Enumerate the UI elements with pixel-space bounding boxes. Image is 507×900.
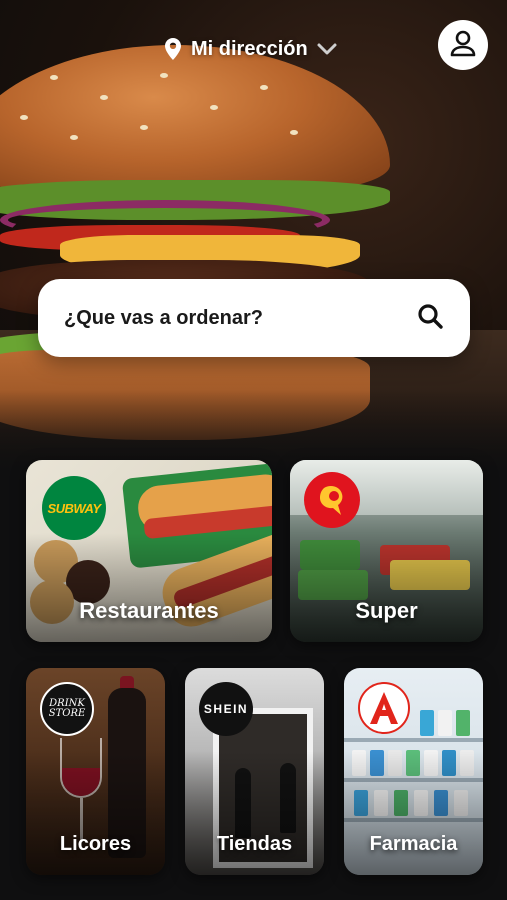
super-logo-icon [304, 472, 360, 528]
category-card-licores[interactable]: DRINK STORE Licores [26, 668, 165, 875]
category-label: Farmacia [369, 833, 458, 855]
category-card-tiendas[interactable]: SHEIN Tiendas [185, 668, 324, 875]
shein-logo: SHEIN [199, 682, 253, 736]
address-label: Mi dirección [191, 37, 308, 60]
hero-bun-bottom [0, 350, 370, 440]
location-pin-icon [163, 37, 183, 61]
category-label: Restaurantes [79, 598, 219, 623]
search-input[interactable]: ¿Que vas a ordenar? [64, 307, 416, 330]
subway-logo: SUBWAY [42, 476, 106, 540]
address-selector[interactable]: Mi dirección [163, 34, 338, 64]
top-bar: Mi dirección [0, 28, 507, 68]
chevron-down-icon [316, 42, 338, 56]
search-bar[interactable]: ¿Que vas a ordenar? [38, 279, 470, 357]
drink-store-logo: DRINK STORE [40, 682, 94, 736]
pharmacy-a-logo-icon [358, 682, 410, 734]
category-card-restaurantes[interactable]: SUBWAY Restaurantes [26, 460, 272, 642]
category-label: Licores [59, 833, 132, 855]
profile-button[interactable] [438, 20, 488, 70]
search-icon[interactable] [416, 302, 444, 334]
user-icon [450, 29, 476, 61]
hero-image [0, 0, 507, 470]
category-card-farmacia[interactable]: Farmacia [344, 668, 483, 875]
category-label: Tiendas [216, 833, 293, 855]
category-card-super[interactable]: Super [290, 460, 483, 642]
category-label: Super [355, 598, 418, 623]
